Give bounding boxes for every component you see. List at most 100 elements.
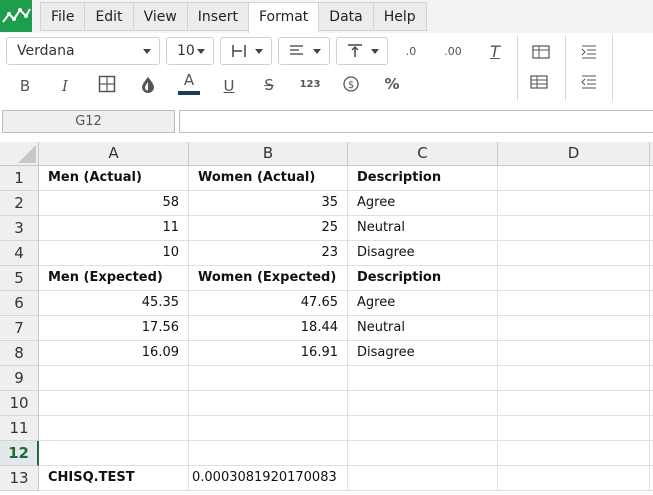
menu-help[interactable]: Help bbox=[372, 2, 427, 31]
formula-input[interactable] bbox=[179, 110, 653, 133]
cell-c3[interactable]: Neutral bbox=[348, 216, 498, 241]
row-header-7[interactable]: 7 bbox=[0, 316, 39, 341]
column-header-d[interactable]: D bbox=[498, 142, 650, 166]
row-header-9[interactable]: 9 bbox=[0, 366, 39, 391]
column-header-b[interactable]: B bbox=[189, 142, 348, 166]
cell-a1[interactable]: Men (Actual) bbox=[39, 166, 189, 191]
cell-a6[interactable]: 45.35 bbox=[39, 291, 189, 316]
cell-b4[interactable]: 23 bbox=[189, 241, 348, 266]
text-color-button[interactable]: A bbox=[174, 69, 204, 97]
row-header-5[interactable]: 5 bbox=[0, 266, 39, 291]
decrease-indent-button[interactable] bbox=[574, 68, 604, 96]
bold-button[interactable]: B bbox=[10, 72, 40, 100]
row-header-1[interactable]: 1 bbox=[0, 166, 39, 191]
increase-indent-button[interactable] bbox=[574, 38, 604, 66]
row-header-11[interactable]: 11 bbox=[0, 416, 39, 441]
cell-c2[interactable]: Agree bbox=[348, 191, 498, 216]
cell-b10[interactable] bbox=[189, 391, 348, 416]
horizontal-align-select[interactable] bbox=[220, 37, 272, 65]
cell-b2[interactable]: 35 bbox=[189, 191, 348, 216]
text-align-select[interactable] bbox=[278, 37, 330, 65]
column-header-c[interactable]: C bbox=[348, 142, 498, 166]
fill-color-button[interactable] bbox=[133, 70, 163, 98]
menu-view[interactable]: View bbox=[132, 2, 187, 31]
cell-c9[interactable] bbox=[348, 366, 498, 391]
cell-b12[interactable] bbox=[189, 441, 348, 466]
cell-a13[interactable]: CHISQ.TEST bbox=[39, 466, 189, 491]
strikethrough-button[interactable]: S bbox=[254, 71, 284, 99]
cell-c12[interactable] bbox=[348, 441, 498, 466]
cell-a12[interactable] bbox=[39, 441, 189, 466]
increase-decimal-button[interactable]: .00 bbox=[438, 37, 468, 65]
row-header-8[interactable]: 8 bbox=[0, 341, 39, 366]
cell-b5[interactable]: Women (Expected) bbox=[189, 266, 348, 291]
cell-d4[interactable] bbox=[498, 241, 650, 266]
menu-file[interactable]: File bbox=[40, 2, 85, 31]
cell-a4[interactable]: 10 bbox=[39, 241, 189, 266]
row-header-12[interactable]: 12 bbox=[0, 441, 39, 466]
cell-c1[interactable]: Description bbox=[348, 166, 498, 191]
menu-insert[interactable]: Insert bbox=[186, 2, 248, 31]
insert-table-button[interactable] bbox=[526, 38, 556, 66]
cell-c7[interactable]: Neutral bbox=[348, 316, 498, 341]
percent-button[interactable]: % bbox=[377, 70, 407, 98]
cell-b7[interactable]: 18.44 bbox=[189, 316, 348, 341]
cell-b13[interactable]: 0.0003081920170083 bbox=[189, 466, 348, 491]
cell-a7[interactable]: 17.56 bbox=[39, 316, 189, 341]
cell-a2[interactable]: 58 bbox=[39, 191, 189, 216]
borders-button[interactable] bbox=[92, 70, 122, 98]
cell-b1[interactable]: Women (Actual) bbox=[189, 166, 348, 191]
select-all-corner[interactable] bbox=[0, 142, 39, 166]
cell-b3[interactable]: 25 bbox=[189, 216, 348, 241]
cell-d5[interactable] bbox=[498, 266, 650, 291]
row-header-3[interactable]: 3 bbox=[0, 216, 39, 241]
font-size-select[interactable]: 10 bbox=[166, 37, 214, 65]
clear-formatting-button[interactable]: T bbox=[480, 37, 510, 65]
cell-d1[interactable] bbox=[498, 166, 650, 191]
vertical-align-select[interactable] bbox=[336, 37, 388, 65]
cell-b11[interactable] bbox=[189, 416, 348, 441]
decrease-decimal-button[interactable]: .0 bbox=[396, 37, 426, 65]
cell-c11[interactable] bbox=[348, 416, 498, 441]
cell-d12[interactable] bbox=[498, 441, 650, 466]
cell-d2[interactable] bbox=[498, 191, 650, 216]
cell-c5[interactable]: Description bbox=[348, 266, 498, 291]
menu-edit[interactable]: Edit bbox=[84, 2, 133, 31]
cell-c10[interactable] bbox=[348, 391, 498, 416]
cell-c6[interactable]: Agree bbox=[348, 291, 498, 316]
cell-d3[interactable] bbox=[498, 216, 650, 241]
cell-d11[interactable] bbox=[498, 416, 650, 441]
menu-data[interactable]: Data bbox=[318, 2, 373, 31]
font-family-select[interactable]: Verdana bbox=[6, 37, 160, 65]
cell-d9[interactable] bbox=[498, 366, 650, 391]
cell-a10[interactable] bbox=[39, 391, 189, 416]
row-header-2[interactable]: 2 bbox=[0, 191, 39, 216]
menu-format[interactable]: Format bbox=[247, 2, 319, 33]
cell-c13[interactable] bbox=[348, 466, 498, 491]
row-header-6[interactable]: 6 bbox=[0, 291, 39, 316]
cell-d13[interactable] bbox=[498, 466, 650, 491]
cell-a5[interactable]: Men (Expected) bbox=[39, 266, 189, 291]
row-header-10[interactable]: 10 bbox=[0, 391, 39, 416]
number-format-button[interactable]: 123 bbox=[295, 70, 325, 98]
cell-c4[interactable]: Disagree bbox=[348, 241, 498, 266]
column-header-a[interactable]: A bbox=[39, 142, 189, 166]
cell-a3[interactable]: 11 bbox=[39, 216, 189, 241]
cell-d10[interactable] bbox=[498, 391, 650, 416]
cell-b9[interactable] bbox=[189, 366, 348, 391]
cell-b6[interactable]: 47.65 bbox=[189, 291, 348, 316]
cell-c8[interactable]: Disagree bbox=[348, 341, 498, 366]
row-header-13[interactable]: 13 bbox=[0, 466, 39, 491]
cell-a9[interactable] bbox=[39, 366, 189, 391]
table-grid-button[interactable] bbox=[524, 68, 554, 96]
cell-b8[interactable]: 16.91 bbox=[189, 341, 348, 366]
italic-button[interactable]: I bbox=[50, 72, 80, 100]
cell-d8[interactable] bbox=[498, 341, 650, 366]
cell-a11[interactable] bbox=[39, 416, 189, 441]
name-box[interactable]: G12 bbox=[2, 110, 175, 133]
currency-button[interactable]: $ bbox=[336, 70, 366, 98]
cell-d6[interactable] bbox=[498, 291, 650, 316]
cell-d7[interactable] bbox=[498, 316, 650, 341]
row-header-4[interactable]: 4 bbox=[0, 241, 39, 266]
cell-a8[interactable]: 16.09 bbox=[39, 341, 189, 366]
